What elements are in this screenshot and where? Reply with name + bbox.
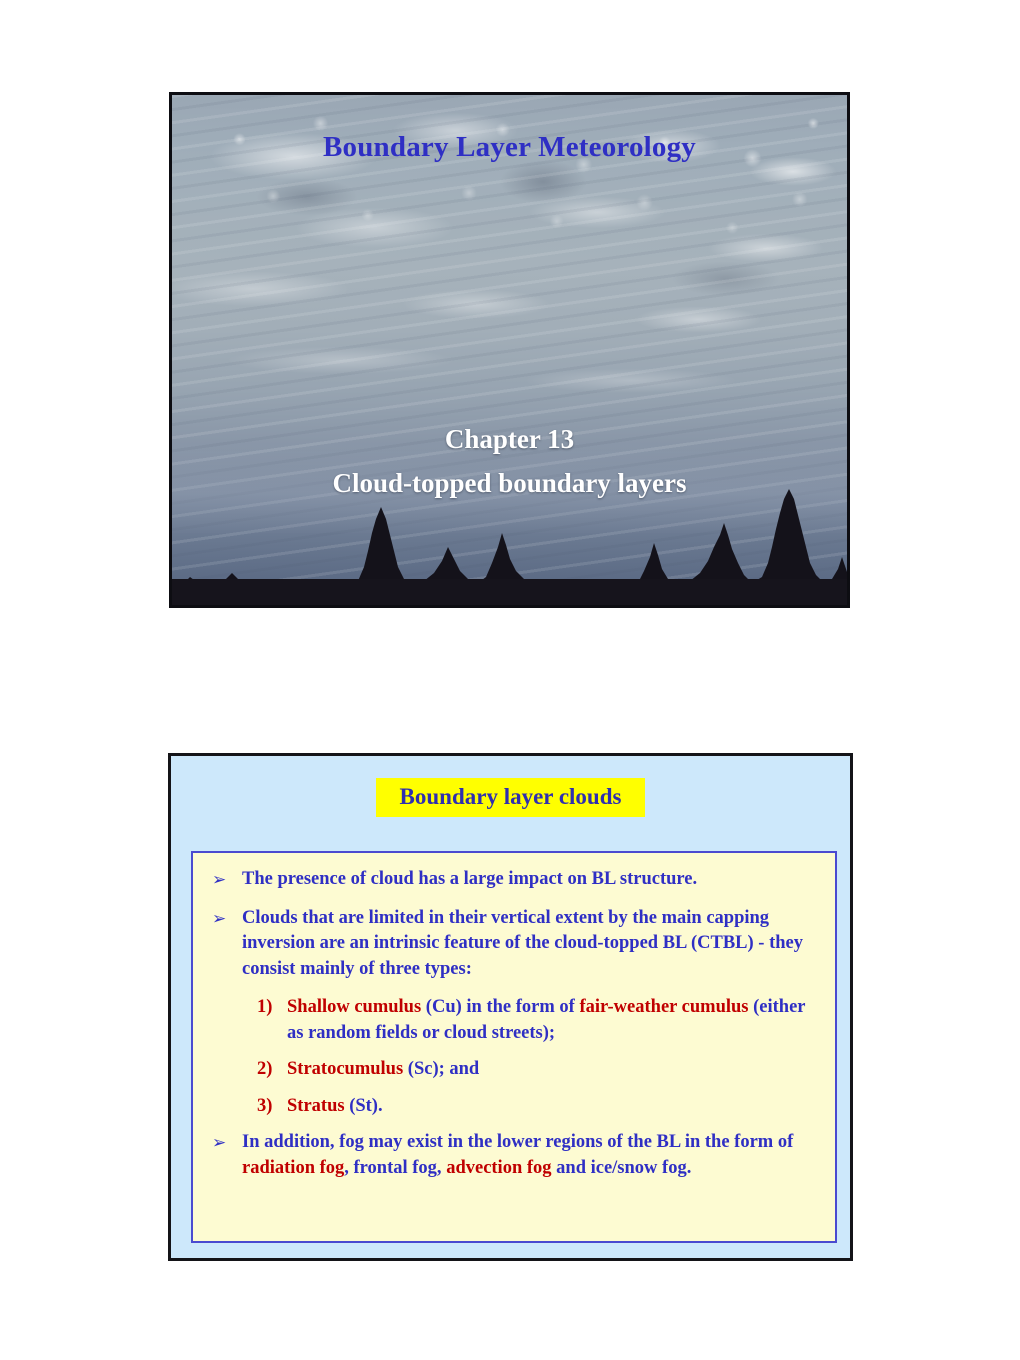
numbered-item-3: 3)Stratus (St). [209,1094,819,1120]
text-run-blue: (Sc); and [408,1059,479,1079]
numbered-item-2-marker: 2) [257,1057,287,1083]
ground-band [172,579,847,605]
text-run-blue: and ice/snow fog. [552,1158,692,1178]
slide-heading-wrapper: Boundary layer clouds [171,778,850,817]
bullet-1-text: The presence of cloud has a large impact… [242,867,819,893]
numbered-item-2-text: Stratocumulus (Sc); and [287,1057,819,1083]
chapter-title-line: Cloud-topped boundary layers [172,461,847,505]
slide-heading: Boundary layer clouds [376,778,646,817]
arrow-bullet-icon: ➢ [209,867,242,892]
numbered-item-2: 2)Stratocumulus (Sc); and [209,1057,819,1083]
numbered-item-1: 1)Shallow cumulus (Cu) in the form of fa… [209,995,819,1046]
text-run-blue: The presence of cloud has a large impact… [242,869,697,889]
text-run-blue: (Cu) in the form of [426,997,580,1017]
arrow-bullet-icon: ➢ [209,1130,242,1155]
text-run-red: Stratocumulus [287,1059,408,1079]
text-run-blue: (St). [349,1096,382,1116]
bullet-1: ➢The presence of cloud has a large impac… [209,867,819,893]
numbered-item-1-text: Shallow cumulus (Cu) in the form of fair… [287,995,819,1046]
text-run-red: fair-weather cumulus [579,997,753,1017]
content-slide: Boundary layer clouds ➢The presence of c… [168,753,853,1261]
numbered-item-3-text: Stratus (St). [287,1094,819,1120]
bullet-2: ➢Clouds that are limited in their vertic… [209,906,819,983]
title-slide: Boundary Layer Meteorology Chapter 13 Cl… [169,92,850,608]
text-run-blue: In addition, fog may exist in the lower … [242,1132,793,1152]
text-run-red: Stratus [287,1096,349,1116]
bullet-3: ➢In addition, fog may exist in the lower… [209,1130,819,1181]
presentation-title: Boundary Layer Meteorology [172,131,847,164]
bullet-list-top: ➢The presence of cloud has a large impac… [209,867,819,982]
chapter-number-line: Chapter 13 [172,417,847,461]
text-run-blue: , frontal fog, [344,1158,446,1178]
numbered-list: 1)Shallow cumulus (Cu) in the form of fa… [209,995,819,1119]
bullet-list-bottom: ➢In addition, fog may exist in the lower… [209,1130,819,1181]
text-run-red: advection fog [446,1158,551,1178]
bullet-2-text: Clouds that are limited in their vertica… [242,906,819,983]
chapter-subtitle: Chapter 13 Cloud-topped boundary layers [172,417,847,505]
numbered-item-3-marker: 3) [257,1094,287,1120]
text-run-red: radiation fog [242,1158,344,1178]
arrow-bullet-icon: ➢ [209,906,242,931]
content-panel: ➢The presence of cloud has a large impac… [191,851,837,1243]
numbered-item-1-marker: 1) [257,995,287,1021]
text-run-blue: Clouds that are limited in their vertica… [242,908,803,979]
bullet-3-text: In addition, fog may exist in the lower … [242,1130,819,1181]
text-run-red: Shallow cumulus [287,997,426,1017]
